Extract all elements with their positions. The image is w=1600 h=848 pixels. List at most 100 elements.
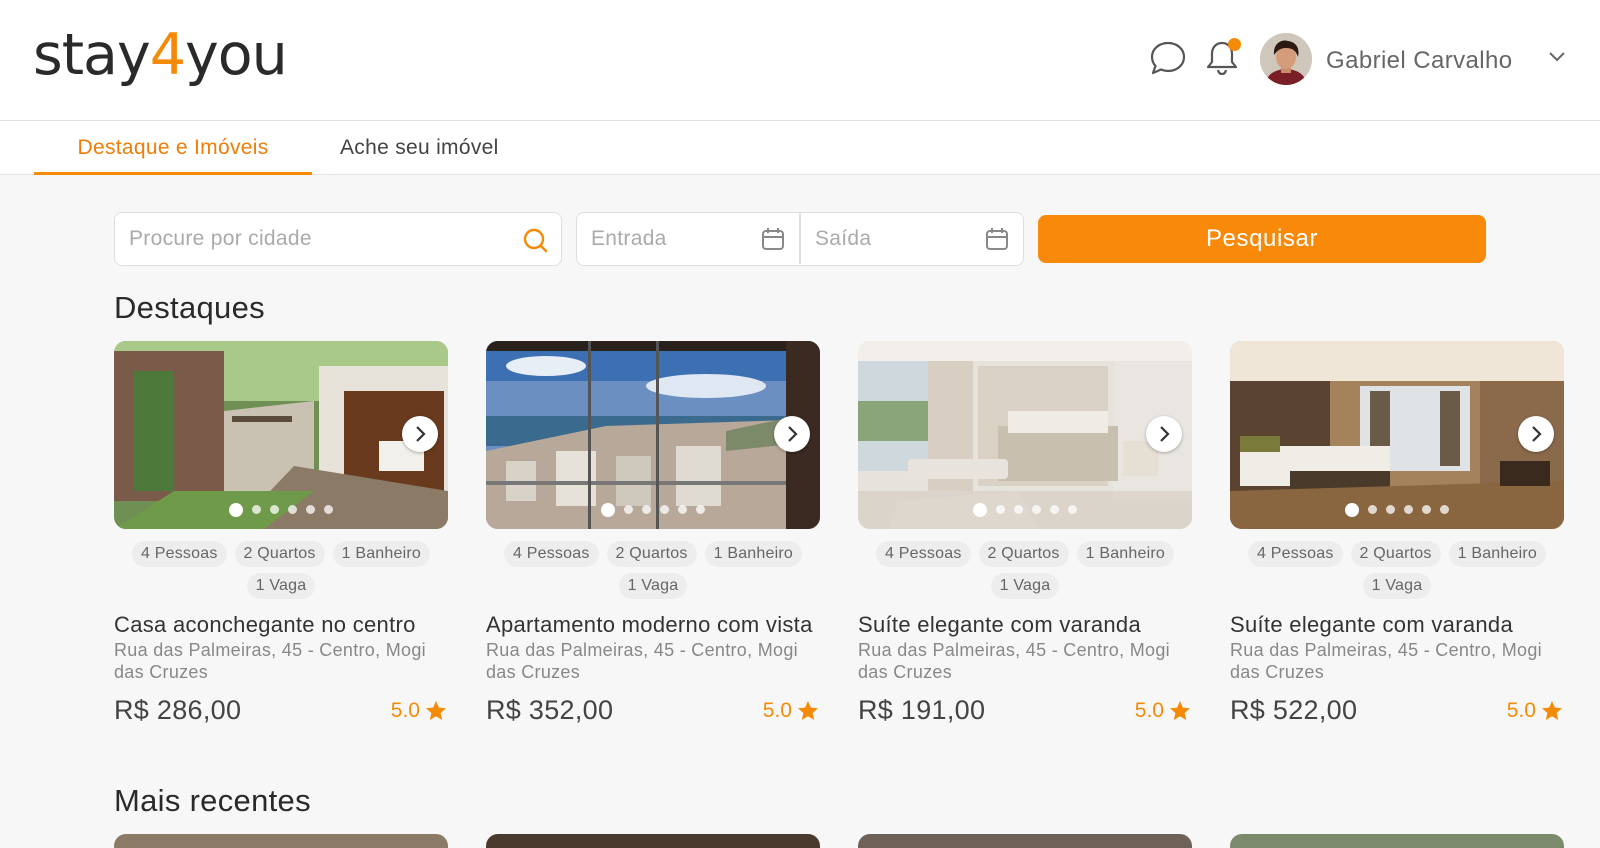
logo[interactable]: stay4you xyxy=(33,22,288,88)
bathrooms-chip: 1 Banheiro xyxy=(1076,541,1174,567)
city-search xyxy=(114,212,562,266)
carousel-dot[interactable] xyxy=(1068,505,1077,514)
checkout-input[interactable] xyxy=(815,223,965,255)
carousel-dot[interactable] xyxy=(306,505,315,514)
date-range xyxy=(576,212,1024,266)
chat-icon[interactable] xyxy=(1148,38,1188,78)
property-card[interactable]: 4 Pessoas 2 Quartos 1 Banheiro 1 Vaga Su… xyxy=(1230,341,1564,729)
property-title[interactable]: Suíte elegante com varanda xyxy=(1230,613,1564,637)
carousel-dot[interactable] xyxy=(642,505,651,514)
app-header: stay4you Gabriel Carvalho xyxy=(0,0,1600,121)
recent-section-title: Mais recentes xyxy=(114,783,311,818)
recent-property-photo[interactable] xyxy=(486,834,820,848)
carousel-dot[interactable] xyxy=(1368,505,1377,514)
property-price: R$ 191,00 xyxy=(858,695,986,725)
tab-find-property[interactable]: Ache seu imóvel xyxy=(340,121,499,175)
checkin-field xyxy=(577,213,799,264)
parking-chip: 1 Vaga xyxy=(618,573,688,599)
carousel-dot[interactable] xyxy=(1050,505,1059,514)
carousel-dot[interactable] xyxy=(324,505,333,514)
property-title[interactable]: Apartamento moderno com vista xyxy=(486,613,820,637)
carousel-dot[interactable] xyxy=(229,503,243,517)
star-icon xyxy=(426,701,446,720)
carousel-dot[interactable] xyxy=(1032,505,1041,514)
amenities: 4 Pessoas 2 Quartos 1 Banheiro 1 Vaga xyxy=(486,541,820,599)
guests-chip: 4 Pessoas xyxy=(132,541,227,567)
carousel-dot[interactable] xyxy=(678,505,687,514)
rating-value: 5.0 xyxy=(390,699,420,722)
carousel-dots xyxy=(114,503,448,517)
property-photo[interactable] xyxy=(1230,341,1564,529)
carousel-dot[interactable] xyxy=(660,505,669,514)
star-icon xyxy=(1170,701,1190,720)
guests-chip: 4 Pessoas xyxy=(1248,541,1343,567)
carousel-dot[interactable] xyxy=(270,505,279,514)
property-rating: 5.0 xyxy=(763,699,820,723)
carousel-dot[interactable] xyxy=(1440,505,1449,514)
property-rating: 5.0 xyxy=(1135,699,1192,723)
chevron-right-icon xyxy=(788,426,798,442)
checkin-input[interactable] xyxy=(591,223,741,255)
price-row: R$ 286,00 5.0 xyxy=(114,695,448,729)
bedrooms-chip: 2 Quartos xyxy=(234,541,325,567)
recent-property-photo[interactable] xyxy=(114,834,448,848)
property-title[interactable]: Casa aconchegante no centro xyxy=(114,613,448,637)
property-card[interactable]: 4 Pessoas 2 Quartos 1 Banheiro 1 Vaga Ap… xyxy=(486,341,820,729)
bedrooms-chip: 2 Quartos xyxy=(978,541,1069,567)
recent-property-photo[interactable] xyxy=(1230,834,1564,848)
search-icon[interactable] xyxy=(521,226,549,254)
property-photo[interactable] xyxy=(858,341,1192,529)
tab-featured[interactable]: Destaque e Imóveis xyxy=(34,121,312,175)
price-row: R$ 352,00 5.0 xyxy=(486,695,820,729)
next-photo-button[interactable] xyxy=(1518,416,1554,452)
chevron-right-icon xyxy=(416,426,426,442)
bedrooms-chip: 2 Quartos xyxy=(606,541,697,567)
carousel-dot[interactable] xyxy=(1422,505,1431,514)
calendar-icon[interactable] xyxy=(983,225,1011,253)
carousel-dot[interactable] xyxy=(1014,505,1023,514)
guests-chip: 4 Pessoas xyxy=(504,541,599,567)
recent-property-photo[interactable] xyxy=(858,834,1192,848)
carousel-dot[interactable] xyxy=(252,505,261,514)
rating-value: 5.0 xyxy=(1134,699,1164,722)
avatar[interactable] xyxy=(1260,33,1312,85)
carousel-dots xyxy=(858,503,1192,517)
rating-value: 5.0 xyxy=(1506,699,1536,722)
parking-chip: 1 Vaga xyxy=(990,573,1060,599)
rating-value: 5.0 xyxy=(762,699,792,722)
notification-badge xyxy=(1228,38,1241,51)
carousel-dot[interactable] xyxy=(1345,503,1359,517)
search-input[interactable] xyxy=(129,223,509,255)
tab-bar: Destaque e Imóveis Ache seu imóvel xyxy=(0,121,1600,175)
property-title[interactable]: Suíte elegante com varanda xyxy=(858,613,1192,637)
carousel-dot[interactable] xyxy=(1404,505,1413,514)
property-card[interactable]: 4 Pessoas 2 Quartos 1 Banheiro 1 Vaga Ca… xyxy=(114,341,448,729)
property-price: R$ 522,00 xyxy=(1230,695,1358,725)
next-photo-button[interactable] xyxy=(402,416,438,452)
property-address: Rua das Palmeiras, 45 - Centro, Mogi das… xyxy=(1230,640,1542,682)
carousel-dot[interactable] xyxy=(696,505,705,514)
carousel-dot[interactable] xyxy=(996,505,1005,514)
carousel-dot[interactable] xyxy=(973,503,987,517)
parking-chip: 1 Vaga xyxy=(1362,573,1432,599)
search-button[interactable]: Pesquisar xyxy=(1038,215,1486,263)
price-row: R$ 522,00 5.0 xyxy=(1230,695,1564,729)
chevron-down-icon[interactable] xyxy=(1548,50,1566,64)
property-photo[interactable] xyxy=(486,341,820,529)
property-card[interactable]: 4 Pessoas 2 Quartos 1 Banheiro 1 Vaga Su… xyxy=(858,341,1192,729)
calendar-icon[interactable] xyxy=(759,225,787,253)
property-address: Rua das Palmeiras, 45 - Centro, Mogi das… xyxy=(858,640,1170,682)
star-icon xyxy=(1542,701,1562,720)
carousel-dot[interactable] xyxy=(288,505,297,514)
carousel-dot[interactable] xyxy=(624,505,633,514)
property-photo[interactable] xyxy=(114,341,448,529)
next-photo-button[interactable] xyxy=(1146,416,1182,452)
carousel-dots xyxy=(486,503,820,517)
property-rating: 5.0 xyxy=(391,699,448,723)
carousel-dot[interactable] xyxy=(1386,505,1395,514)
user-name[interactable]: Gabriel Carvalho xyxy=(1326,47,1512,75)
star-icon xyxy=(798,701,818,720)
amenities: 4 Pessoas 2 Quartos 1 Banheiro 1 Vaga xyxy=(858,541,1192,599)
carousel-dot[interactable] xyxy=(601,503,615,517)
next-photo-button[interactable] xyxy=(774,416,810,452)
